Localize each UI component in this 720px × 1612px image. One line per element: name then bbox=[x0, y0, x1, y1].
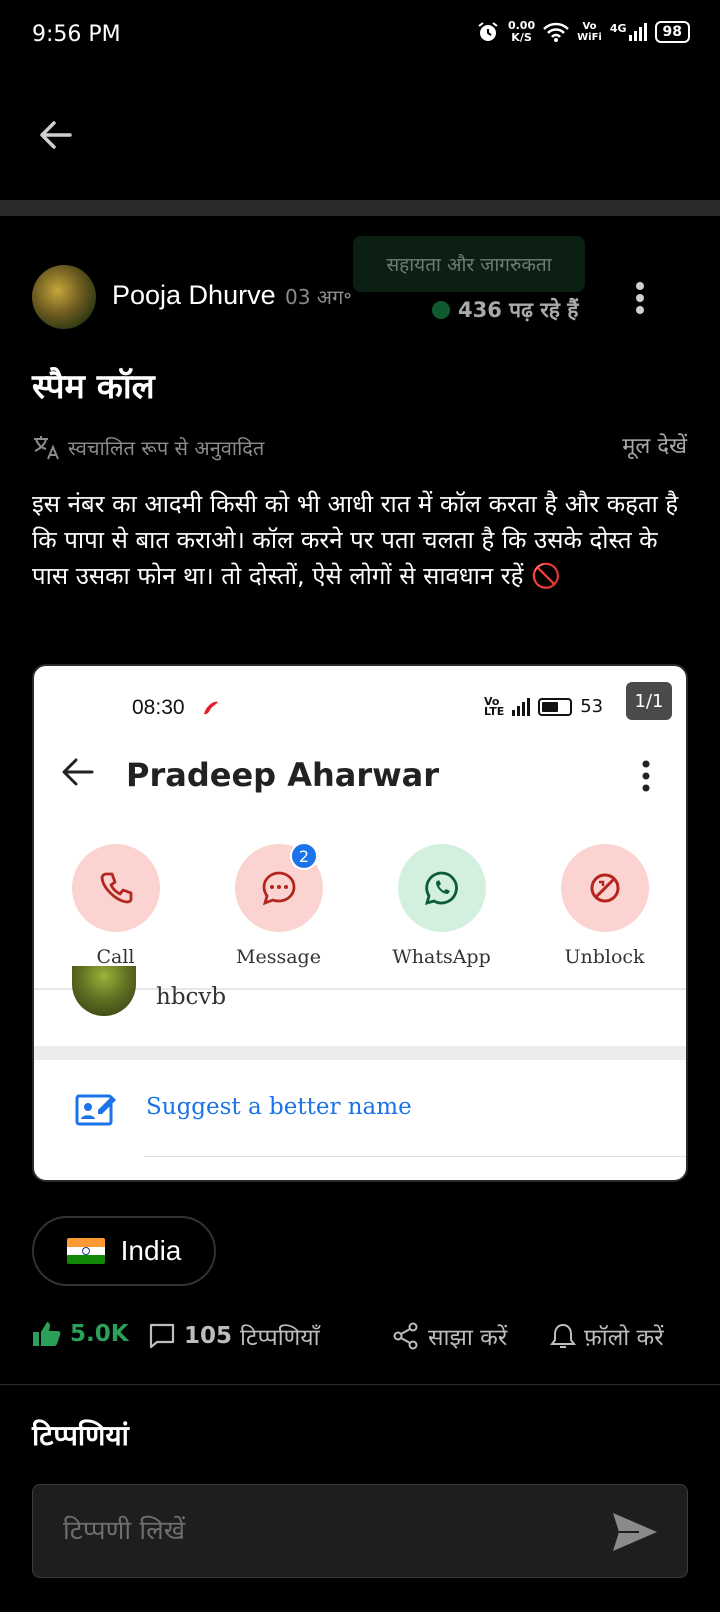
message-label: Message bbox=[236, 946, 321, 968]
back-arrow-icon[interactable] bbox=[36, 115, 76, 155]
edit-contact-icon bbox=[75, 1094, 116, 1126]
category-chip[interactable]: सहायता और जागरुकता bbox=[353, 236, 585, 292]
suggest-name-link: Suggest a better name bbox=[146, 1094, 412, 1120]
whatsapp-label: WhatsApp bbox=[392, 946, 491, 968]
image-battery-level: 53 bbox=[580, 696, 604, 717]
speed-unit: K/S bbox=[511, 31, 532, 44]
auto-translate-note: स्वचालित रूप से अनुवादित bbox=[32, 433, 264, 461]
battery-icon: 98 bbox=[654, 21, 690, 43]
post-image[interactable]: 08:30 VoLTE 53 1/1 Pradeep Aharwar Call bbox=[32, 664, 688, 1182]
action-message: 2 Message bbox=[197, 842, 360, 968]
india-flag-icon bbox=[66, 1238, 105, 1264]
action-unblock: Unblock bbox=[523, 844, 686, 968]
like-button[interactable]: 5.0K bbox=[32, 1320, 129, 1348]
action-call: Call bbox=[34, 844, 197, 968]
comments-heading: टिप्पणियां bbox=[32, 1419, 129, 1452]
comments-button[interactable]: 105 टिप्पणियाँ bbox=[148, 1320, 320, 1352]
post-title: स्पैम कॉल bbox=[32, 367, 155, 407]
comment-input[interactable] bbox=[63, 1509, 583, 1553]
contact-name: Pradeep Aharwar bbox=[126, 756, 440, 794]
image-status-icons: Vo LTE 53 bbox=[484, 694, 604, 718]
author-name[interactable]: Pooja Dhurve bbox=[112, 280, 276, 311]
action-whatsapp: WhatsApp bbox=[360, 844, 523, 968]
image-back-arrow-icon bbox=[62, 758, 94, 786]
wifi-label: WiFi bbox=[577, 32, 602, 43]
comment-box bbox=[32, 1484, 688, 1578]
page-indicator: 1/1 bbox=[626, 682, 672, 720]
thumbs-up-icon bbox=[33, 1322, 61, 1346]
whatsapp-circle bbox=[397, 844, 486, 932]
author-avatar[interactable] bbox=[32, 265, 96, 329]
signal-icon: 4G bbox=[610, 23, 647, 41]
image-more-icon bbox=[642, 760, 650, 792]
auto-translate-text: स्वचालित रूप से अनुवादित bbox=[68, 435, 265, 460]
status-icons: 0.00 K/S Vo WiFi 4G 98 bbox=[476, 20, 690, 44]
unblock-circle bbox=[560, 844, 649, 932]
image-battery-icon bbox=[538, 697, 573, 716]
share-button[interactable]: साझा करें bbox=[392, 1320, 507, 1352]
comment-icon bbox=[149, 1323, 175, 1349]
share-icon bbox=[393, 1322, 418, 1350]
post-date: 03 अग॰ bbox=[285, 285, 352, 309]
reading-count: 436 पढ़ रहे हैं bbox=[432, 296, 578, 324]
reading-count-text: 436 पढ़ रहे हैं bbox=[458, 298, 579, 322]
post-body: इस नंबर का आदमी किसी को भी आधी रात में क… bbox=[32, 490, 679, 590]
unblock-label: Unblock bbox=[564, 946, 645, 968]
comments-label: टिप्पणियाँ bbox=[240, 1325, 320, 1351]
image-contact-avatar bbox=[72, 966, 136, 1016]
volte-wifi: Vo WiFi bbox=[577, 21, 602, 43]
network-speed: 0.00 K/S bbox=[508, 20, 535, 44]
send-icon[interactable] bbox=[609, 1509, 659, 1555]
status-time: 9:56 PM bbox=[32, 22, 121, 47]
wifi-icon bbox=[543, 22, 569, 42]
live-dot-icon bbox=[432, 301, 450, 319]
share-label: साझा करें bbox=[428, 1325, 508, 1351]
follow-label: फ़ॉलो करें bbox=[584, 1325, 664, 1351]
header-divider bbox=[0, 200, 720, 216]
section-divider bbox=[0, 1384, 720, 1385]
phone-icon bbox=[100, 872, 132, 904]
image-bottom-divider bbox=[144, 1156, 686, 1157]
more-options-icon[interactable] bbox=[625, 278, 655, 318]
image-signal-icon bbox=[512, 697, 531, 716]
image-section-band bbox=[34, 1046, 686, 1060]
unblock-icon bbox=[590, 873, 619, 903]
message-badge: 2 bbox=[290, 842, 318, 870]
post-stats: 5.0K 105 टिप्पणियाँ साझा करें फ़ॉलो करें bbox=[32, 1320, 692, 1360]
follow-button[interactable]: फ़ॉलो करें bbox=[550, 1320, 664, 1352]
alarm-icon bbox=[478, 22, 498, 41]
comments-count: 105 bbox=[184, 1323, 233, 1349]
message-icon bbox=[262, 871, 295, 906]
call-circle bbox=[71, 844, 160, 932]
contact-actions: Call 2 Message WhatsApp Unblock bbox=[34, 842, 686, 968]
vo-label: Vo bbox=[582, 21, 597, 32]
call-label: Call bbox=[96, 946, 135, 968]
country-chip[interactable]: India bbox=[32, 1216, 216, 1286]
image-volte-icon: Vo LTE bbox=[484, 694, 505, 718]
image-contact-subtext: hbcvb bbox=[156, 984, 227, 1010]
image-status-time: 08:30 bbox=[132, 696, 185, 719]
country-label: India bbox=[120, 1235, 182, 1266]
carrier-logo-icon bbox=[204, 701, 218, 715]
likes-count: 5.0K bbox=[70, 1321, 129, 1347]
translate-icon bbox=[34, 436, 59, 460]
whatsapp-icon bbox=[424, 871, 458, 906]
bell-icon bbox=[550, 1323, 576, 1348]
network-type: 4G bbox=[609, 22, 627, 35]
view-original-link[interactable]: मूल देखें bbox=[622, 430, 687, 460]
